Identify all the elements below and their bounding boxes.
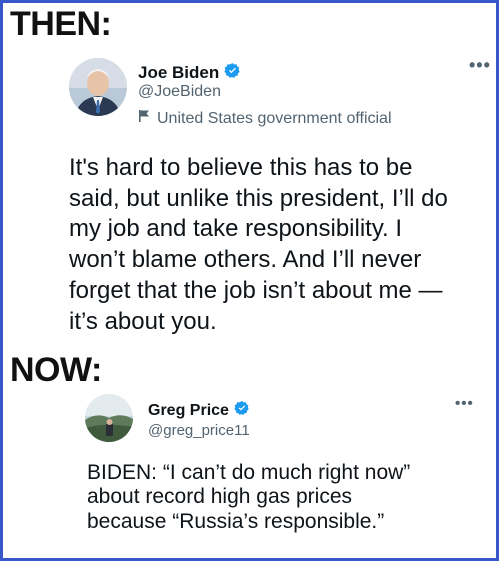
tweet-text-line: because “Russia’s responsible.” xyxy=(87,509,385,533)
account-label-text: United States government official xyxy=(157,109,392,127)
tweet-author-handle[interactable]: @greg_price11 xyxy=(148,422,250,439)
meme-frame: THEN: Joe Biden @JoeBiden ••• United Sta… xyxy=(0,0,499,561)
tweet-author-name[interactable]: Joe Biden xyxy=(138,62,241,84)
tweet-text-line: forget that the job isn’t about me — xyxy=(69,276,443,304)
tweet-text-line: won’t blame others. And I’ll never xyxy=(69,246,422,274)
avatar-image xyxy=(69,58,127,116)
account-label: United States government official xyxy=(138,109,392,128)
tweet-text: It's hard to believe this has to be said… xyxy=(69,153,489,337)
tweet-text-line: said, but unlike this president, I’ll do xyxy=(69,184,448,212)
tweet-text-line: it’s about you. xyxy=(69,307,217,335)
tweet-author-handle[interactable]: @JoeBiden xyxy=(138,83,221,101)
now-heading: NOW: xyxy=(10,351,102,389)
tweet-text-line: BIDEN: “I can’t do much right now” xyxy=(87,461,411,484)
verified-badge-icon xyxy=(224,62,241,84)
avatar[interactable] xyxy=(85,394,133,442)
tweet-text-line: about record high gas prices xyxy=(87,485,352,509)
avatar-image xyxy=(85,394,133,442)
avatar[interactable] xyxy=(69,58,127,116)
author-name-text: Joe Biden xyxy=(138,63,220,82)
author-name-text: Greg Price xyxy=(148,401,229,419)
more-options-icon[interactable]: ••• xyxy=(469,55,491,76)
verified-badge-icon xyxy=(234,400,250,421)
tweet-text-line: my job and take responsibility. I xyxy=(69,215,403,243)
tweet-text: BIDEN: “I can’t do much right now” about… xyxy=(87,461,487,534)
then-heading: THEN: xyxy=(10,5,112,43)
more-options-icon[interactable]: ••• xyxy=(455,395,474,412)
tweet-text-line: It's hard to believe this has to be xyxy=(69,154,413,181)
flag-icon xyxy=(138,109,150,128)
tweet-author-name[interactable]: Greg Price xyxy=(148,400,250,421)
